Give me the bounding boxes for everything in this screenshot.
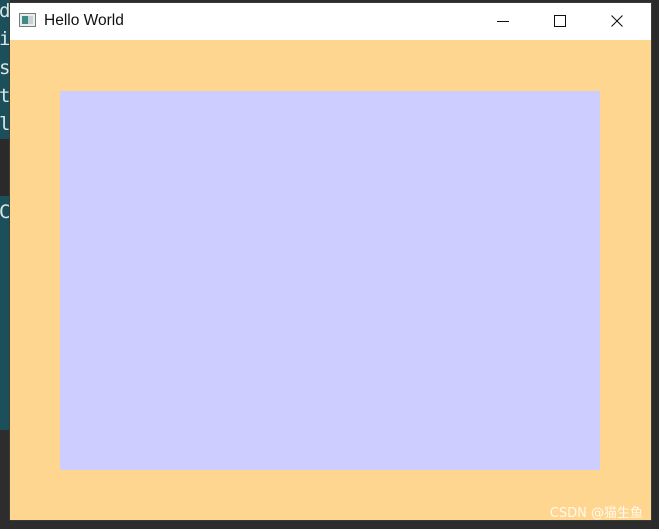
terminal-line: C	[0, 201, 10, 223]
terminal-line: i	[0, 28, 10, 50]
minimize-button[interactable]	[480, 3, 526, 40]
watermark: CSDN @猫生鱼	[549, 506, 643, 521]
terminal-line: l	[0, 113, 10, 135]
background-terminal: d i s t l C	[0, 0, 10, 430]
terminal-line: d	[0, 0, 10, 22]
close-button[interactable]	[594, 3, 640, 40]
terminal-gap	[0, 139, 10, 196]
client-area	[10, 40, 651, 520]
close-icon	[611, 15, 623, 27]
minimize-icon	[497, 21, 509, 22]
terminal-line: s	[0, 57, 10, 79]
inner-panel	[60, 91, 600, 470]
app-window[interactable]: Hello World	[10, 3, 651, 520]
terminal-line: t	[0, 85, 10, 107]
desktop: d i s t l C Hello World CSDN @猫生鱼	[0, 0, 659, 529]
maximize-icon	[554, 15, 566, 27]
title-bar[interactable]: Hello World	[10, 3, 651, 40]
app-icon[interactable]	[19, 13, 36, 27]
desktop-edge	[651, 0, 659, 529]
window-title: Hello World	[44, 12, 124, 29]
maximize-button[interactable]	[537, 3, 583, 40]
